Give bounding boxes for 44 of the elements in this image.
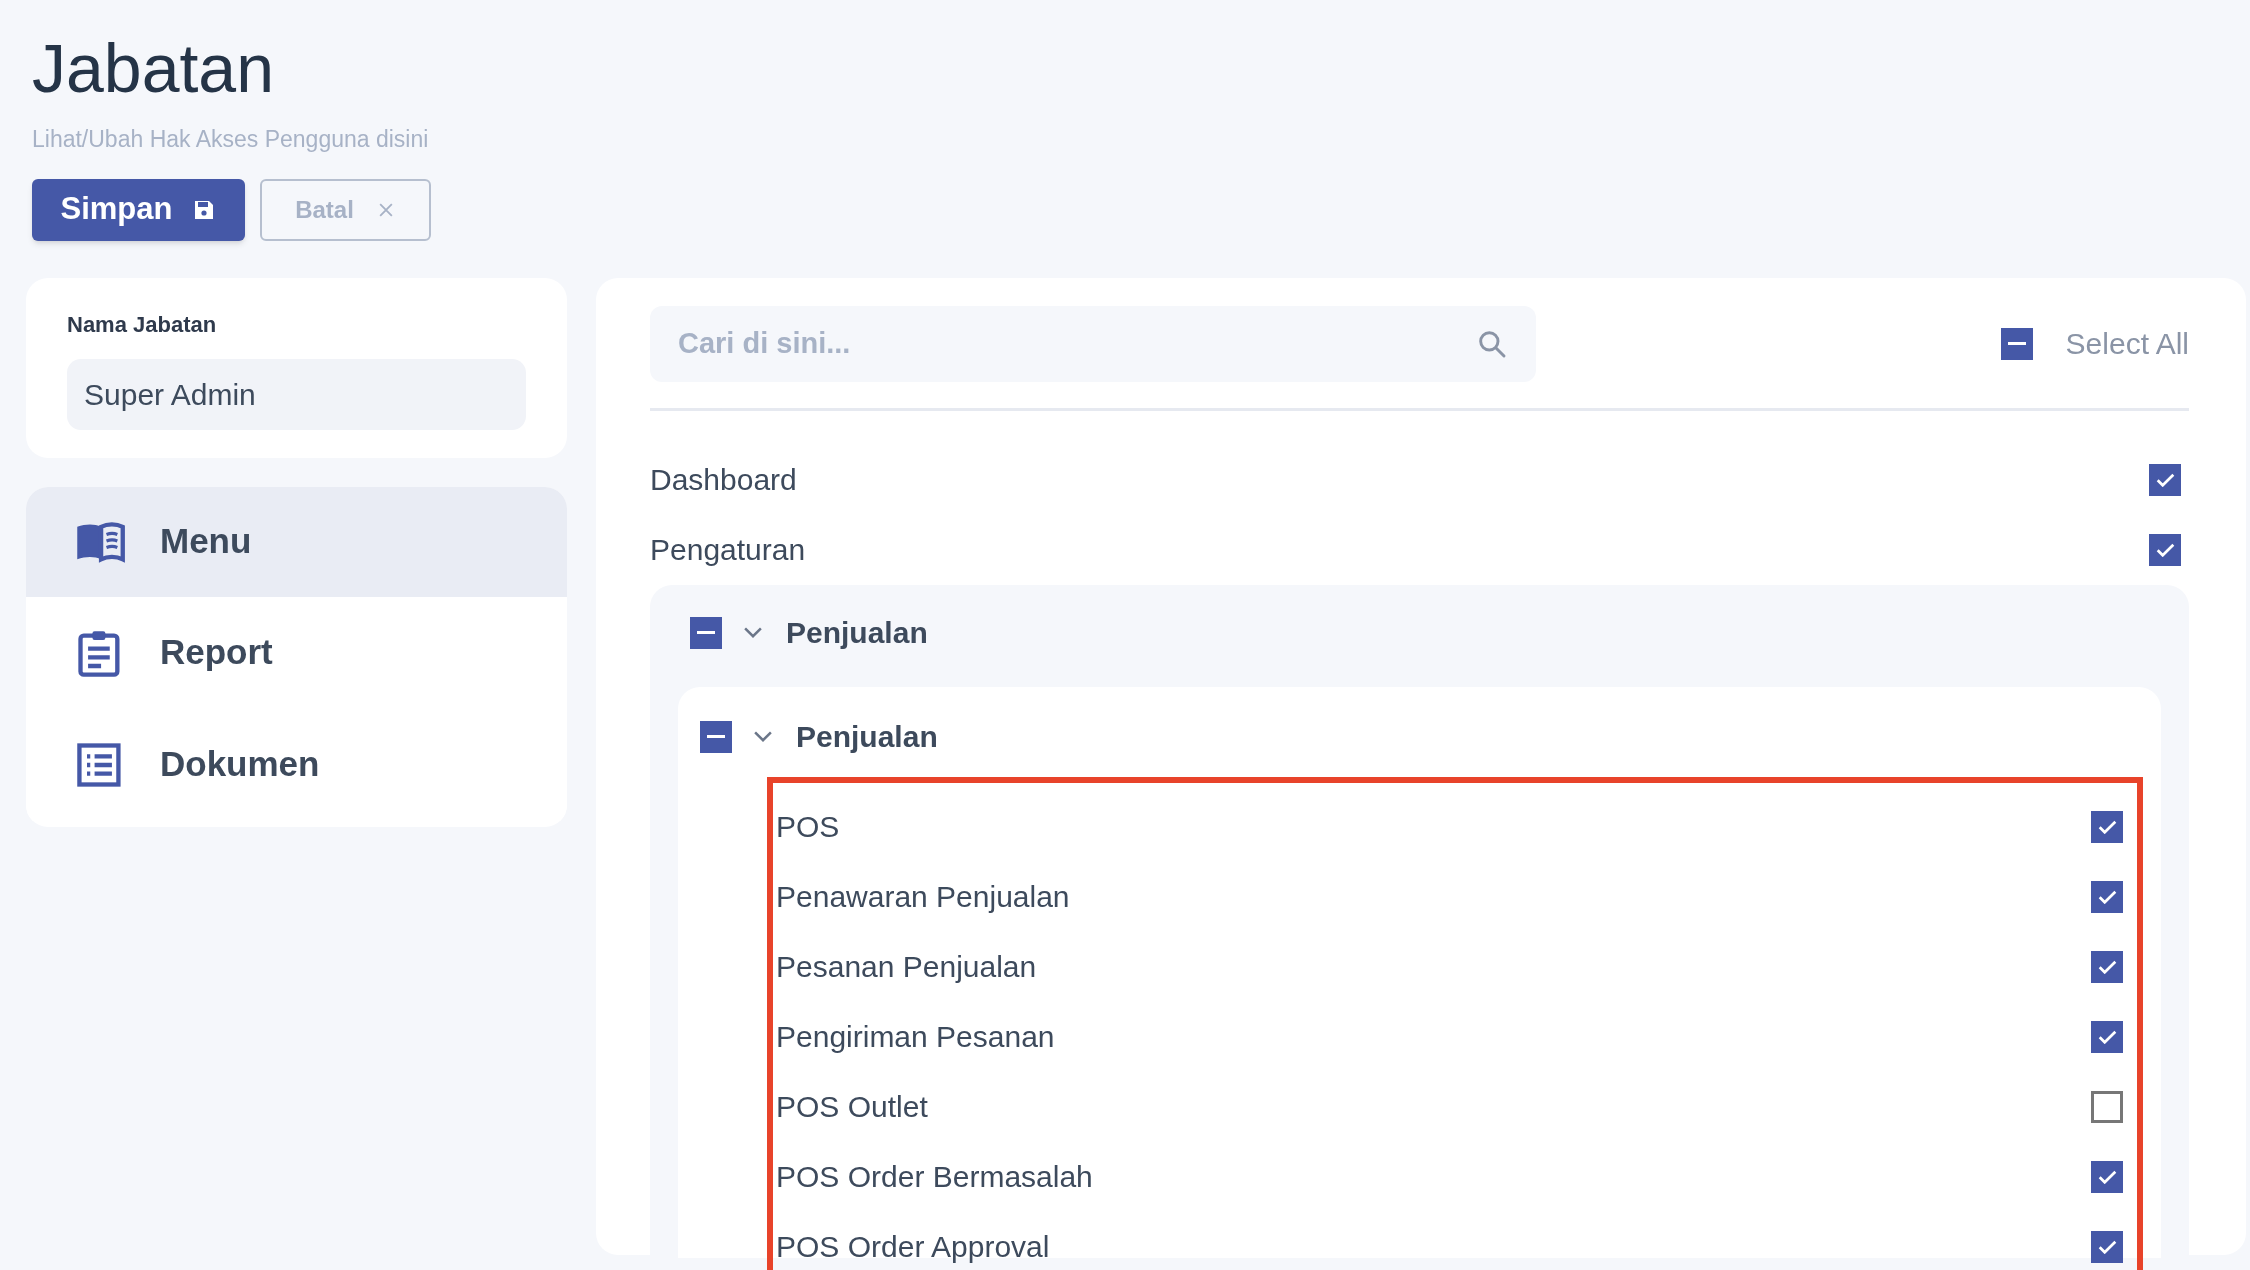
page-subtitle: Lihat/Ubah Hak Akses Pengguna disini: [32, 125, 429, 154]
check-icon: [2155, 542, 2175, 557]
expand-toggle[interactable]: [754, 731, 772, 742]
check-icon: [2097, 1029, 2117, 1044]
check-icon: [2097, 1239, 2117, 1254]
group-label: Penjualan: [786, 615, 928, 651]
unchecked-checkbox[interactable]: [2091, 1090, 2123, 1123]
check-icon: [2155, 472, 2175, 487]
partial-checkbox[interactable]: [690, 616, 722, 649]
checked-checkbox[interactable]: [2149, 533, 2181, 566]
save-button[interactable]: Simpan: [32, 178, 245, 241]
check-icon: [2097, 889, 2117, 904]
check-icon: [2097, 1169, 2117, 1184]
permission-label: POS Order Bermasalah: [776, 1159, 1093, 1195]
check-icon: [2097, 819, 2117, 834]
permission-label: Pengaturan: [650, 532, 806, 568]
field-label: Nama Jabatan: [67, 310, 217, 339]
permission-label: Penawaran Penjualan: [776, 879, 1070, 915]
chevron-down-icon: [744, 627, 762, 638]
permission-label: POS Order Approval: [776, 1229, 1050, 1265]
checked-checkbox[interactable]: [2091, 1160, 2123, 1193]
partial-checkbox[interactable]: [700, 720, 732, 753]
checked-checkbox[interactable]: [2091, 810, 2123, 843]
checked-checkbox[interactable]: [2149, 463, 2181, 496]
sidebar-item[interactable]: Menu: [26, 486, 567, 597]
minus-icon: [696, 631, 716, 634]
checked-checkbox[interactable]: [2091, 1020, 2123, 1053]
minus-icon: [706, 735, 726, 738]
check-icon: [2097, 959, 2117, 974]
checked-checkbox[interactable]: [2091, 950, 2123, 983]
permission-label: Pesanan Penjualan: [776, 949, 1037, 985]
expand-toggle[interactable]: [744, 627, 762, 638]
chevron-down-icon: [754, 731, 772, 742]
checked-checkbox[interactable]: [2091, 1230, 2123, 1263]
group-label: Penjualan: [796, 719, 938, 755]
page-title: Jabatan: [32, 29, 274, 108]
checked-checkbox[interactable]: [2091, 880, 2123, 913]
role-name-field[interactable]: Super Admin: [67, 358, 526, 430]
partial-checkbox[interactable]: [2000, 327, 2033, 360]
permission-label: Pengiriman Pesanan: [776, 1019, 1055, 1055]
minus-icon: [2006, 342, 2027, 345]
permission-label: POS Outlet: [776, 1089, 928, 1125]
permission-label: POS: [776, 809, 840, 845]
permission-label: Dashboard: [650, 462, 797, 498]
